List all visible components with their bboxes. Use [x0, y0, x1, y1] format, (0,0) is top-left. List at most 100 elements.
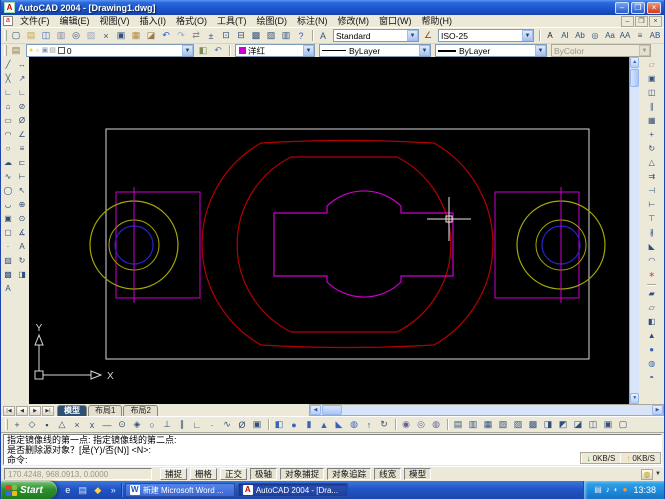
solids-cylinder-icon[interactable]: ▮ — [302, 418, 316, 432]
communication-center-icon[interactable]: ◍ — [641, 468, 654, 480]
chevron-down-icon[interactable]: ▼ — [182, 45, 193, 56]
save-icon[interactable]: ◫ — [39, 29, 53, 42]
hatch-icon[interactable]: ▨ — [2, 255, 15, 267]
rotate-faces-icon[interactable]: ▨ — [511, 418, 525, 432]
quick-launch-ie-icon[interactable]: e — [62, 484, 74, 496]
break-at-point-icon[interactable]: ⊤ — [645, 213, 658, 225]
cut-icon[interactable]: × — [99, 29, 113, 42]
make-objects-layer-current-icon[interactable]: ◧ — [196, 44, 210, 57]
tray-antivirus-icon[interactable]: ● — [623, 484, 628, 496]
array-icon[interactable]: ▦ — [645, 115, 658, 127]
temporary-track-point-icon[interactable]: + — [10, 418, 24, 432]
mirror-icon[interactable]: ◫ — [645, 87, 658, 99]
layer-previous-icon[interactable]: ↶ — [211, 44, 225, 57]
solids-torus-icon[interactable]: ◍ — [347, 418, 361, 432]
toggle-grid[interactable]: 栅格 — [190, 468, 218, 480]
trim-icon[interactable]: ⊣ — [645, 185, 658, 197]
edit-text-icon[interactable]: Ab — [573, 29, 587, 42]
center-mark-icon[interactable]: ⊙ — [16, 213, 29, 225]
menu-insert[interactable]: 插入(I) — [135, 15, 172, 28]
offset-icon[interactable]: ∥ — [645, 101, 658, 113]
surface-3dface-icon[interactable]: ▱ — [645, 302, 658, 314]
chevron-down-icon[interactable]: ▼ — [535, 45, 546, 56]
toolbar-grip[interactable] — [5, 419, 8, 430]
tab-nav-prev[interactable]: ◀ — [16, 406, 28, 416]
copy-object-icon[interactable]: ▣ — [645, 73, 658, 85]
erase-icon[interactable]: ▱ — [645, 59, 658, 71]
tab-nav-first[interactable]: |◀ — [3, 406, 15, 416]
chevron-down-icon[interactable]: ▼ — [303, 45, 314, 56]
surface-box-icon[interactable]: ◧ — [645, 316, 658, 328]
rotate-icon[interactable]: ↻ — [645, 143, 658, 155]
quick-launch-overflow-icon[interactable]: » — [109, 485, 118, 495]
ellipse-icon[interactable]: ◯ — [2, 185, 15, 197]
quick-dimension-icon[interactable]: ≡ — [16, 143, 29, 155]
close-button[interactable]: × — [647, 1, 661, 14]
solids-extrude-icon[interactable]: ↑ — [362, 418, 376, 432]
paste-icon[interactable]: ▦ — [129, 29, 143, 42]
surface-pyramid-icon[interactable]: ▲ — [645, 330, 658, 342]
spline-icon[interactable]: ∿ — [2, 171, 15, 183]
restore-button[interactable]: ❒ — [631, 1, 645, 14]
find-replace-icon[interactable]: ◎ — [588, 29, 602, 42]
snap-nearest-icon[interactable]: ∿ — [220, 418, 234, 432]
solids-revolve-icon[interactable]: ↻ — [377, 418, 391, 432]
layer-lock-icon[interactable]: ▣ — [42, 45, 49, 56]
snap-parallel-icon[interactable]: ∥ — [175, 418, 189, 432]
snap-quadrant-icon[interactable]: ◈ — [130, 418, 144, 432]
drawing-canvas[interactable]: Y X — [29, 57, 629, 404]
snap-none-icon[interactable]: Ø — [235, 418, 249, 432]
circle-icon[interactable]: ○ — [2, 143, 15, 155]
minimize-button[interactable]: – — [615, 1, 629, 14]
extend-icon[interactable]: ⊢ — [645, 199, 658, 211]
justify-text-icon[interactable]: ≡ — [633, 29, 647, 42]
dimension-text-edit-icon[interactable]: A — [16, 241, 29, 253]
command-prompt[interactable]: 命令: — [7, 455, 658, 464]
color-edges-icon[interactable]: ◫ — [586, 418, 600, 432]
chevron-down-icon[interactable]: ▼ — [522, 30, 533, 41]
solids-sphere-icon[interactable]: ● — [287, 418, 301, 432]
toggle-lineweight[interactable]: 线宽 — [374, 468, 402, 480]
toggle-osnap[interactable]: 对象捕捉 — [280, 468, 325, 480]
quick-launch-show-desktop-icon[interactable]: ▤ — [77, 484, 89, 496]
plot-icon[interactable]: ▥ — [54, 29, 68, 42]
snap-center-icon[interactable]: ⊙ — [115, 418, 129, 432]
color-control-combo[interactable]: 洋红 ▼ — [235, 44, 315, 57]
toggle-model[interactable]: 模型 — [404, 468, 432, 480]
rectangle-icon[interactable]: ▭ — [2, 115, 15, 127]
text-style-icon[interactable]: A — [316, 29, 330, 42]
point-icon[interactable]: · — [2, 241, 15, 253]
taper-faces-icon[interactable]: ▩ — [526, 418, 540, 432]
subtract-icon[interactable]: ◎ — [414, 418, 428, 432]
zoom-realtime-icon[interactable]: ± — [204, 29, 218, 42]
redo-icon[interactable]: ↷ — [174, 29, 188, 42]
diameter-dimension-icon[interactable]: Ø — [16, 115, 29, 127]
layer-properties-manager-icon[interactable]: ▤ — [9, 44, 23, 57]
undo-icon[interactable]: ↶ — [159, 29, 173, 42]
menu-format[interactable]: 格式(O) — [171, 15, 212, 28]
snap-from-icon[interactable]: ◇ — [25, 418, 39, 432]
zoom-window-icon[interactable]: ⊡ — [219, 29, 233, 42]
scale-icon[interactable]: △ — [645, 157, 658, 169]
tab-nav-last[interactable]: ▶| — [42, 406, 54, 416]
toggle-polar[interactable]: 极轴 — [250, 468, 278, 480]
taskbar-clock[interactable]: 13:38 — [633, 485, 656, 495]
clean-icon[interactable]: ▢ — [616, 418, 630, 432]
match-properties-icon[interactable]: ◪ — [144, 29, 158, 42]
menu-edit[interactable]: 编辑(E) — [55, 15, 95, 28]
horizontal-scroll-thumb[interactable] — [321, 405, 342, 415]
menu-file[interactable]: 文件(F) — [15, 15, 55, 28]
scale-text-icon[interactable]: AA — [618, 29, 632, 42]
document-restore-button[interactable]: ❒ — [635, 15, 648, 27]
command-window[interactable]: 指定镜像线的第一点: 指定镜像线的第二点: 是否删除源对象？[是(Y)/否(N)… — [3, 434, 662, 465]
scroll-right-icon[interactable]: ▶ — [652, 405, 663, 415]
solids-wedge-icon[interactable]: ◣ — [332, 418, 346, 432]
aligned-dimension-icon[interactable]: ↗ — [16, 73, 29, 85]
tab-model[interactable]: 模型 — [57, 405, 87, 416]
polygon-icon[interactable]: ⌂ — [2, 101, 15, 113]
zoom-previous-icon[interactable]: ⊟ — [234, 29, 248, 42]
surface-2dsolid-icon[interactable]: ▰ — [645, 288, 658, 300]
menu-modify[interactable]: 修改(M) — [333, 15, 375, 28]
toggle-otrack[interactable]: 对象追踪 — [327, 468, 372, 480]
help-icon[interactable]: ? — [294, 29, 308, 42]
